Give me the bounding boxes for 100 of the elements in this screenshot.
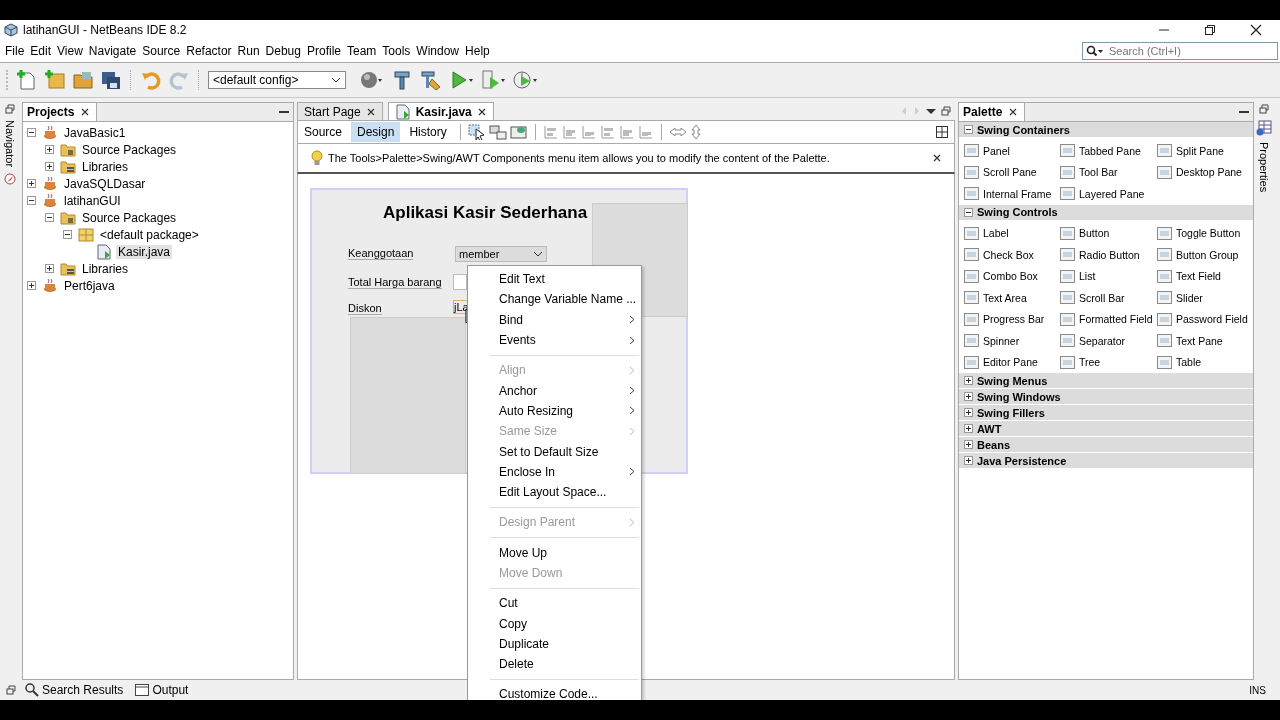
view-tab[interactable]: History — [403, 122, 453, 142]
palette-item[interactable]: List — [1060, 265, 1157, 287]
expand-icon[interactable] — [27, 179, 36, 188]
menu-item[interactable]: Window — [413, 44, 463, 58]
restore-icon[interactable] — [5, 104, 15, 114]
menu-item[interactable]: Navigate — [85, 44, 140, 58]
maximize-icon[interactable] — [1204, 24, 1216, 36]
editor-tab[interactable]: Kasir.java — [387, 102, 494, 120]
profile-icon[interactable] — [512, 69, 538, 91]
collapse-icon[interactable] — [63, 230, 72, 239]
selection-mode-icon[interactable] — [467, 124, 486, 140]
package-node[interactable]: <default package> — [98, 227, 201, 242]
connection-mode-icon[interactable] — [488, 124, 507, 140]
palette-item[interactable]: Table — [1157, 351, 1252, 373]
expand-icon[interactable] — [27, 281, 36, 290]
menu-item[interactable]: File — [2, 44, 28, 58]
palette-item[interactable]: Slider — [1157, 287, 1252, 309]
restore-icon[interactable] — [941, 106, 951, 116]
menu-item[interactable]: Copy — [468, 613, 641, 634]
close-icon[interactable] — [476, 106, 487, 117]
palette-tab[interactable]: Palette — [959, 103, 1026, 121]
open-folder-icon[interactable] — [72, 69, 94, 91]
navigator-tab[interactable]: Navigator — [4, 120, 16, 168]
palette-category[interactable]: Swing Containers — [959, 122, 1253, 138]
menu-item[interactable]: Customize Code... — [468, 684, 641, 700]
output-window-tab[interactable]: Search Results — [22, 683, 127, 697]
menu-item[interactable]: Duplicate — [468, 633, 641, 655]
palette-item[interactable]: Internal Frame — [964, 183, 1060, 205]
menu-item[interactable]: Edit Layout Space... — [468, 481, 641, 503]
palette-category[interactable]: Java Persistence — [959, 453, 1253, 469]
expand-icon[interactable] — [45, 162, 54, 171]
menu-item[interactable]: Debug — [262, 44, 304, 58]
palette-item[interactable]: Radio Button — [1060, 244, 1157, 266]
menu-item[interactable]: Cut — [468, 593, 641, 614]
grid-icon[interactable] — [936, 126, 948, 138]
menu-item[interactable]: Enclose In — [468, 461, 641, 482]
palette-category[interactable]: Swing Windows — [959, 389, 1253, 405]
collapse-icon[interactable] — [27, 128, 36, 137]
menu-item[interactable]: Profile — [304, 44, 344, 58]
expand-icon[interactable] — [45, 145, 54, 154]
palette-item[interactable]: Scroll Bar — [1060, 287, 1157, 309]
palette-item[interactable]: Desktop Pane — [1157, 161, 1252, 183]
palette-item[interactable]: Layered Pane — [1060, 183, 1157, 205]
new-file-icon[interactable] — [16, 69, 38, 91]
palette-item[interactable]: Scroll Pane — [964, 161, 1060, 183]
source-folder-node[interactable]: Source Packages — [80, 142, 179, 157]
palette-item[interactable]: Tree — [1060, 351, 1157, 373]
menu-item[interactable]: Team — [344, 44, 380, 58]
menu-item[interactable]: Tools — [379, 44, 414, 58]
view-tab[interactable]: Design — [351, 122, 401, 142]
expand-icon[interactable] — [45, 264, 54, 273]
menu-item[interactable]: Auto Resizing — [468, 400, 641, 422]
file-node[interactable]: Kasir.java — [116, 244, 173, 259]
palette-category[interactable]: Beans — [959, 437, 1253, 453]
palette-item[interactable]: Button Group — [1157, 244, 1252, 266]
horizontal-resize-icon[interactable] — [668, 124, 687, 140]
library-node[interactable]: Libraries — [80, 159, 131, 174]
restore-icon[interactable] — [1259, 104, 1269, 114]
palette-item[interactable]: Tabbed Pane — [1060, 140, 1157, 162]
palette-category[interactable]: Swing Menus — [959, 373, 1253, 389]
view-tab[interactable]: Source — [298, 122, 349, 142]
menu-item[interactable]: Anchor — [468, 380, 641, 401]
dropdown-icon[interactable] — [926, 106, 936, 116]
preview-icon[interactable] — [509, 124, 528, 140]
palette-item[interactable]: Progress Bar — [964, 308, 1060, 330]
palette-item[interactable]: Editor Pane — [964, 351, 1060, 373]
palette-category[interactable]: Swing Controls — [959, 204, 1253, 221]
menu-item[interactable]: Help — [462, 44, 493, 58]
close-icon[interactable] — [80, 107, 91, 117]
palette-item[interactable]: Toggle Button — [1157, 222, 1252, 244]
menu-item[interactable]: View — [54, 44, 86, 58]
palette-item[interactable]: Spinner — [964, 330, 1060, 352]
palette-item[interactable]: Password Field — [1157, 308, 1252, 330]
projects-tab[interactable]: Projects — [23, 103, 98, 121]
palette-item[interactable]: Button — [1060, 222, 1157, 244]
project-node[interactable]: latihanGUI — [62, 193, 123, 208]
palette-item[interactable]: Text Area — [964, 287, 1060, 309]
palette-category[interactable]: AWT — [959, 421, 1253, 437]
project-node[interactable]: JavaSQLDasar — [62, 176, 148, 191]
palette-item[interactable]: Text Pane — [1157, 330, 1252, 352]
menu-item[interactable]: Source — [139, 44, 184, 58]
palette-item[interactable]: Tool Bar — [1060, 161, 1157, 183]
restore-icon[interactable] — [6, 685, 16, 695]
menu-item[interactable]: Bind — [468, 309, 641, 330]
menu-item[interactable]: Events — [468, 329, 641, 351]
palette-item[interactable]: Split Pane — [1157, 140, 1252, 162]
menu-item[interactable]: Edit — [27, 44, 55, 58]
properties-tab[interactable]: Properties — [1258, 142, 1270, 193]
vertical-resize-icon[interactable] — [689, 124, 702, 140]
project-node[interactable]: JavaBasic1 — [62, 125, 128, 140]
close-icon[interactable] — [1250, 24, 1262, 36]
source-folder-node[interactable]: Source Packages — [80, 210, 179, 225]
clean-build-icon[interactable] — [420, 69, 442, 91]
menu-item[interactable]: Refactor — [183, 44, 235, 58]
project-node[interactable]: Pert6java — [62, 278, 117, 293]
palette-item[interactable]: Text Field — [1157, 265, 1252, 287]
text-field[interactable] — [453, 274, 467, 290]
close-icon[interactable] — [365, 106, 376, 117]
search-field[interactable]: Search (Ctrl+I) — [1082, 42, 1278, 60]
output-window-tab[interactable]: Output — [132, 683, 192, 697]
